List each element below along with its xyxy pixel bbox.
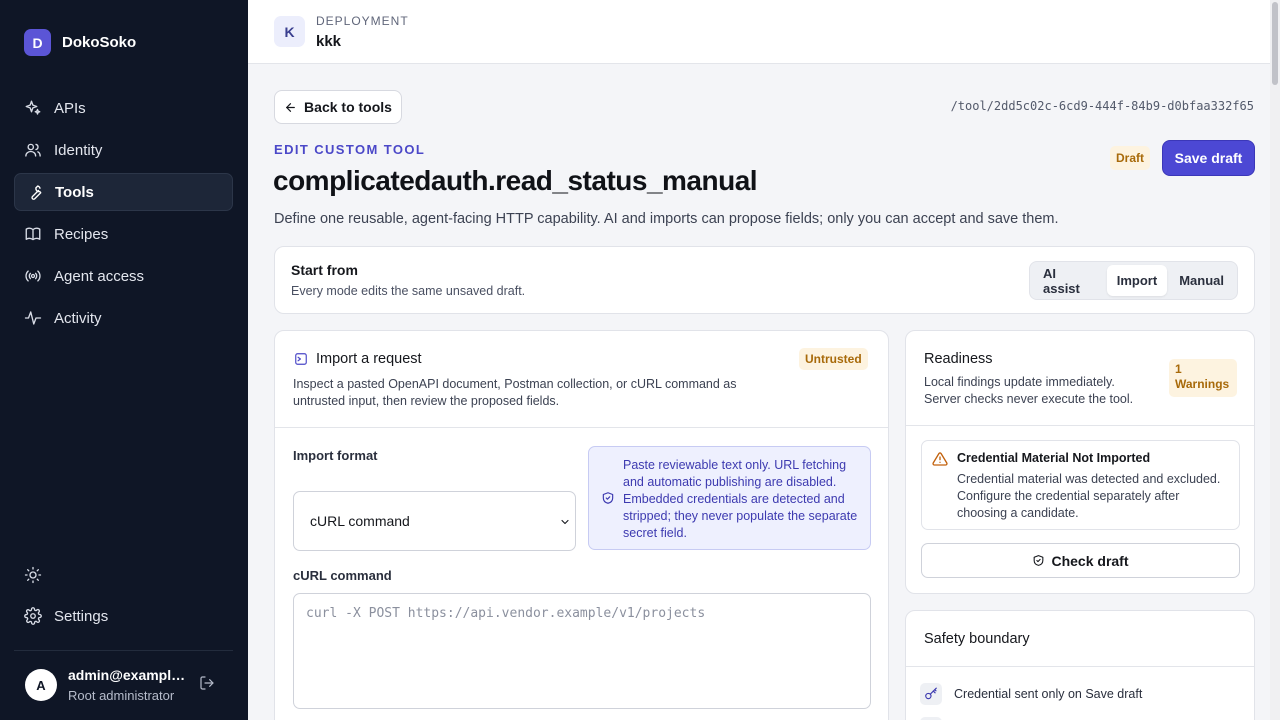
- import-format-select[interactable]: cURL command: [293, 491, 576, 551]
- warnings-badge: 1 Warnings: [1169, 359, 1237, 397]
- sidebar-nav: APIs Identity Tools Recipes Agent access…: [14, 89, 233, 341]
- shield-check-icon: [602, 492, 614, 504]
- settings-label: Settings: [54, 607, 109, 625]
- finding-item: Credential Material Not Imported Credent…: [921, 440, 1240, 530]
- mode-manual[interactable]: Manual: [1169, 265, 1234, 296]
- deployment-name: kkk: [316, 33, 342, 50]
- check-draft-label: Check draft: [1051, 552, 1129, 569]
- brand-logo: D: [24, 29, 51, 56]
- broadcast-icon: [25, 270, 41, 282]
- curl-command-label: cURL command: [293, 568, 392, 583]
- chevron-down-icon: [561, 519, 569, 525]
- readiness-card: Readiness Local findings update immediat…: [905, 330, 1255, 594]
- untrusted-badge: Untrusted: [799, 348, 868, 370]
- scrollbar-thumb[interactable]: [1272, 2, 1278, 85]
- sidebar-item-label: Recipes: [54, 225, 109, 243]
- key-icon: [920, 683, 942, 705]
- readiness-title: Readiness: [924, 351, 993, 367]
- gear-icon: [24, 607, 42, 625]
- user-menu[interactable]: A admin@example.com Root administrator: [25, 667, 186, 703]
- import-icon: [295, 353, 307, 365]
- sidebar-item-label: Activity: [54, 309, 102, 327]
- sidebar-divider: [14, 650, 233, 651]
- page-subtitle: Define one reusable, agent-facing HTTP c…: [274, 211, 1059, 227]
- sidebar-item-agent-access[interactable]: Agent access: [14, 257, 233, 295]
- sidebar-item-label: Agent access: [54, 267, 145, 285]
- import-format-value: cURL command: [310, 513, 410, 529]
- arrow-left-icon: [286, 102, 295, 112]
- tool-path: /tool/2dd5c02c-6cd9-444f-84b9-d0bfaa332f…: [950, 99, 1254, 113]
- mode-segmented-control: AI assist Import Manual: [1029, 261, 1238, 300]
- readiness-description: Local findings update immediately. Serve…: [924, 375, 1134, 406]
- sidebar-item-identity[interactable]: Identity: [14, 131, 233, 169]
- deployment-badge[interactable]: K: [274, 16, 305, 47]
- page-scrollbar[interactable]: [1270, 0, 1280, 720]
- sidebar-item-label: Tools: [55, 183, 94, 201]
- start-from-title: Start from: [291, 262, 358, 278]
- safety-row-label: Credential sent only on Save draft: [954, 687, 1143, 701]
- sidebar-item-tools[interactable]: Tools: [14, 173, 233, 211]
- user-email: admin@example.com: [68, 667, 186, 683]
- safety-title: Safety boundary: [924, 631, 1030, 647]
- wrench-icon: [31, 185, 42, 200]
- finding-title: Credential Material Not Imported: [957, 451, 1151, 465]
- back-label: Back to tools: [304, 99, 392, 115]
- divider: [906, 666, 1254, 667]
- divider: [906, 425, 1254, 426]
- shield-check-icon: [1034, 555, 1044, 566]
- book-icon: [25, 227, 41, 241]
- users-icon: [25, 143, 41, 157]
- sidebar: D DokoSoko APIs Identity Tools Recipes A…: [0, 0, 248, 720]
- warnings-label: Warnings: [1175, 377, 1230, 391]
- deployment-label: DEPLOYMENT: [316, 14, 409, 28]
- sparkle-icon: [25, 100, 41, 115]
- import-description: Inspect a pasted OpenAPI document, Postm…: [293, 377, 737, 408]
- import-title: Import a request: [316, 351, 422, 367]
- sidebar-item-label: Identity: [54, 141, 103, 159]
- start-from-card: Start from Every mode edits the same uns…: [274, 246, 1255, 314]
- logout-icon[interactable]: [199, 675, 215, 691]
- back-to-tools-button[interactable]: Back to tools: [274, 90, 402, 124]
- import-info-text: Paste reviewable text only. URL fetching…: [623, 458, 858, 540]
- check-draft-button[interactable]: Check draft: [921, 543, 1240, 578]
- activity-icon: [24, 311, 42, 325]
- topbar: K DEPLOYMENT kkk: [248, 0, 1270, 64]
- import-info-box: Paste reviewable text only. URL fetching…: [588, 446, 871, 550]
- page-title: complicatedauth.read_status_manual: [273, 165, 758, 196]
- safety-boundary-card: Safety boundary Credential sent only on …: [905, 610, 1255, 720]
- sidebar-item-apis[interactable]: APIs: [14, 89, 233, 127]
- safety-row: Credential sent only on Save draft: [920, 683, 1142, 705]
- sidebar-item-label: APIs: [54, 99, 86, 117]
- save-draft-button[interactable]: Save draft: [1162, 140, 1255, 176]
- warnings-count: 1: [1175, 362, 1182, 376]
- mode-import[interactable]: Import: [1106, 265, 1168, 296]
- status-badge: Draft: [1110, 146, 1151, 170]
- mode-ai-assist[interactable]: AI assist: [1033, 265, 1105, 296]
- sidebar-item-recipes[interactable]: Recipes: [14, 215, 233, 253]
- warning-triangle-icon: [932, 452, 948, 466]
- brand-name: DokoSoko: [62, 34, 137, 51]
- divider: [275, 427, 888, 428]
- sidebar-item-settings[interactable]: Settings: [14, 597, 233, 635]
- user-role: Root administrator: [68, 688, 175, 703]
- start-from-description: Every mode edits the same unsaved draft.: [291, 284, 526, 298]
- import-format-label: Import format: [293, 448, 378, 463]
- page-eyebrow: EDIT CUSTOM TOOL: [274, 142, 426, 157]
- sidebar-item-activity[interactable]: Activity: [14, 299, 233, 337]
- curl-command-input[interactable]: curl -X POST https://api.vendor.example/…: [293, 593, 871, 709]
- brand[interactable]: D DokoSoko: [24, 29, 136, 56]
- finding-text: Credential material was detected and exc…: [957, 472, 1221, 520]
- sun-icon[interactable]: [24, 566, 42, 584]
- import-card: Import a request Untrusted Inspect a pas…: [274, 330, 889, 720]
- avatar: A: [25, 669, 57, 701]
